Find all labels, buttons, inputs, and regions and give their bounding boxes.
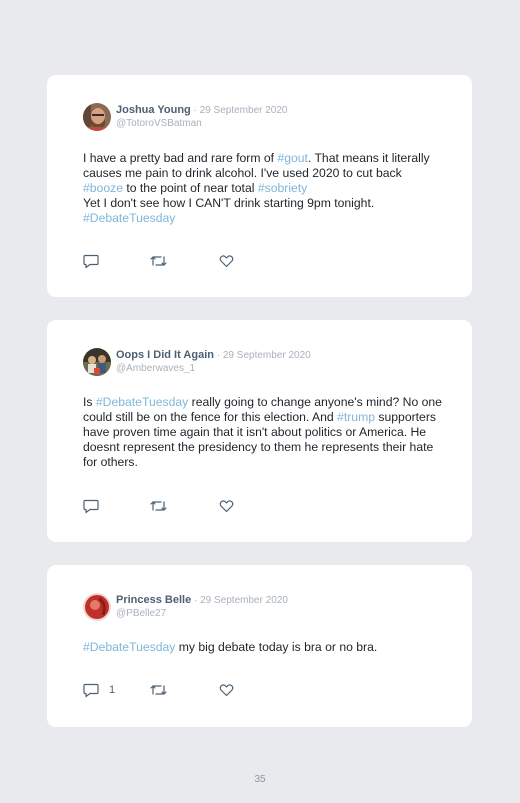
text-segment: to the point of near total	[122, 181, 258, 195]
reply-count: 1	[109, 684, 116, 696]
hashtag-link[interactable]: #sobriety	[258, 181, 307, 195]
page-number: 35	[254, 774, 266, 785]
like-button[interactable]	[219, 682, 234, 698]
reply-icon	[83, 683, 99, 697]
hashtag-link[interactable]: #DebateTuesday	[83, 640, 175, 654]
reply-button[interactable]	[83, 498, 99, 514]
tweet-date: · 29 September 2020	[191, 595, 288, 606]
tweet-text: #DebateTuesday my big debate today is br…	[83, 640, 443, 655]
reply-icon	[83, 499, 99, 513]
reply-button[interactable]: 1	[83, 682, 115, 698]
like-icon	[219, 500, 234, 513]
retweet-button[interactable]	[150, 253, 167, 269]
hashtag-link[interactable]: #trump	[337, 410, 375, 424]
retweet-icon	[150, 501, 167, 511]
reply-icon	[83, 254, 99, 268]
hashtag-link[interactable]: #DebateTuesday	[96, 395, 188, 409]
tweet-actions: 1	[83, 682, 283, 698]
tweet-card: Oops I Did It Again · 29 September 2020 …	[47, 320, 472, 542]
avatar[interactable]	[83, 103, 111, 131]
avatar[interactable]	[83, 593, 111, 621]
tweet-text: Is #DebateTuesday really going to change…	[83, 395, 443, 470]
hashtag-link[interactable]: #DebateTuesday	[83, 211, 175, 225]
author-line: Oops I Did It Again · 29 September 2020	[116, 349, 311, 361]
hashtag-link[interactable]: #booze	[83, 181, 123, 195]
author-handle[interactable]: @PBelle27	[116, 608, 166, 619]
like-icon	[219, 255, 234, 268]
tweet-date: · 29 September 2020	[213, 350, 311, 361]
text-segment: I have a pretty bad and rare form of	[83, 151, 278, 165]
author-name[interactable]: Princess Belle	[116, 594, 191, 606]
author-handle[interactable]: @Amberwaves_1	[116, 363, 195, 374]
like-button[interactable]	[219, 253, 234, 269]
hashtag-link[interactable]: #gout	[277, 151, 308, 165]
tweet-date: · 29 September 2020	[190, 105, 288, 116]
like-button[interactable]	[219, 498, 234, 514]
text-segment: my big debate today is bra or no bra.	[175, 640, 378, 654]
retweet-button[interactable]	[150, 682, 167, 698]
tweet-card: Princess Belle · 29 September 2020 @PBel…	[47, 565, 472, 727]
author-line: Princess Belle · 29 September 2020	[116, 594, 288, 606]
reply-button[interactable]	[83, 253, 99, 269]
text-segment: Is	[83, 395, 96, 409]
author-name[interactable]: Oops I Did It Again	[116, 349, 214, 361]
author-line: Joshua Young · 29 September 2020	[116, 104, 288, 116]
text-segment: Yet I don't see how I CAN'T drink starti…	[83, 196, 375, 210]
retweet-icon	[150, 256, 167, 266]
retweet-button[interactable]	[150, 498, 167, 514]
tweet-actions	[83, 498, 283, 514]
avatar[interactable]	[83, 348, 111, 376]
like-icon	[219, 684, 234, 697]
tweet-actions	[83, 253, 283, 269]
tweet-text: I have a pretty bad and rare form of #go…	[83, 151, 443, 226]
tweet-card: Joshua Young · 29 September 2020 @Totoro…	[47, 75, 472, 297]
author-name[interactable]: Joshua Young	[116, 104, 191, 116]
author-handle[interactable]: @TotoroVSBatman	[116, 118, 202, 129]
retweet-icon	[150, 685, 167, 695]
